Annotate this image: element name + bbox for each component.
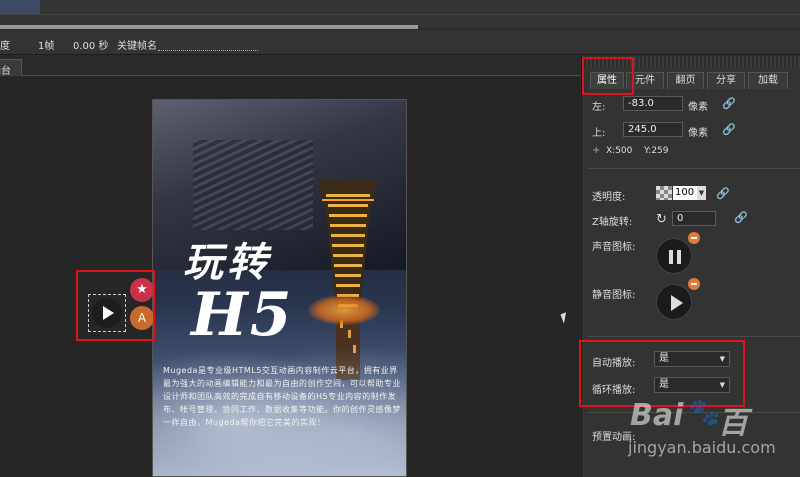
divider bbox=[588, 168, 800, 169]
left-input[interactable]: -83.0 bbox=[623, 96, 683, 111]
top-input[interactable]: 245.0 bbox=[623, 122, 683, 137]
top-toolbar-strip bbox=[0, 0, 800, 28]
left-unit: 像素 bbox=[688, 102, 708, 113]
link-icon[interactable]: 🔗 bbox=[734, 211, 748, 224]
canvas-title-line2: H5 bbox=[191, 280, 294, 350]
rotate-icon: ↻ bbox=[656, 212, 667, 227]
sound-icon-label: 声音图标: bbox=[592, 242, 636, 253]
highlight-box-properties-tab bbox=[582, 57, 634, 95]
speed-label: 速度 bbox=[0, 41, 10, 52]
mute-icon-label: 静音图标: bbox=[592, 290, 636, 301]
watermark-logo-cn: 百 bbox=[718, 406, 748, 441]
time-seconds: 0.00 秒 bbox=[73, 41, 109, 52]
background-stairs bbox=[193, 140, 313, 230]
timeline-info-bar: 速度 1帧 0.00 秒 关键帧名 bbox=[0, 30, 800, 55]
canvas-description: Mugeda是专业级HTML5交互动画内容制作云平台，拥有业界最为强大的动画编辑… bbox=[163, 366, 401, 427]
x-readout: X:500 bbox=[606, 146, 633, 156]
pagoda-glow bbox=[308, 295, 380, 325]
y-readout: Y:259 bbox=[644, 146, 669, 156]
timeline-scrollbar[interactable] bbox=[0, 25, 418, 29]
link-icon[interactable]: 🔗 bbox=[722, 97, 736, 110]
keyframe-name-input[interactable] bbox=[158, 39, 258, 51]
h5-canvas[interactable]: 玩转 H5 Mugeda是专业级HTML5交互动画内容制作云平台，拥有业界最为强… bbox=[152, 99, 407, 477]
top-label: 上: bbox=[592, 128, 606, 139]
opacity-input[interactable]: 100 bbox=[673, 186, 697, 200]
play-icon bbox=[671, 295, 683, 311]
tab-stage-label: 舞台 bbox=[0, 66, 11, 76]
stage-tab-row: 舞台 bbox=[0, 56, 580, 76]
mute-icon-preview[interactable] bbox=[656, 284, 692, 320]
pause-icon bbox=[669, 250, 681, 264]
transparency-swatch-icon bbox=[656, 186, 672, 200]
link-icon[interactable]: 🔗 bbox=[716, 187, 730, 200]
toolbar-divider bbox=[0, 14, 800, 15]
opacity-label: 透明度: bbox=[592, 192, 626, 203]
tab-page-turn[interactable]: 翻页 bbox=[667, 72, 704, 89]
keyframe-name-label: 关键帧名 bbox=[117, 41, 157, 52]
paw-icon: 🐾 bbox=[688, 398, 721, 428]
baidu-watermark: Bai 🐾 百 jingyan.baidu.com bbox=[626, 390, 796, 470]
z-rotate-label: Z轴旋转: bbox=[592, 217, 633, 228]
watermark-logo: Bai bbox=[630, 398, 684, 433]
opacity-dropdown-icon[interactable]: ▼ bbox=[697, 186, 706, 200]
sound-icon-preview[interactable] bbox=[656, 238, 692, 274]
watermark-url: jingyan.baidu.com bbox=[628, 438, 776, 457]
tab-stage[interactable]: 舞台 bbox=[0, 59, 22, 76]
highlight-box-widget bbox=[76, 270, 155, 341]
tab-loading[interactable]: 加载 bbox=[748, 72, 788, 89]
remove-sound-icon[interactable] bbox=[688, 232, 700, 244]
tab-share[interactable]: 分享 bbox=[707, 72, 745, 89]
crosshair-icon: + bbox=[592, 145, 601, 156]
toolbar-fragment bbox=[0, 0, 40, 14]
top-unit: 像素 bbox=[688, 128, 708, 139]
link-icon[interactable]: 🔗 bbox=[722, 123, 736, 136]
divider bbox=[588, 336, 800, 337]
z-rotate-input[interactable]: 0 bbox=[672, 211, 716, 226]
remove-mute-icon[interactable] bbox=[688, 278, 700, 290]
left-label: 左: bbox=[592, 102, 606, 113]
frame-count: 1帧 bbox=[38, 41, 55, 52]
